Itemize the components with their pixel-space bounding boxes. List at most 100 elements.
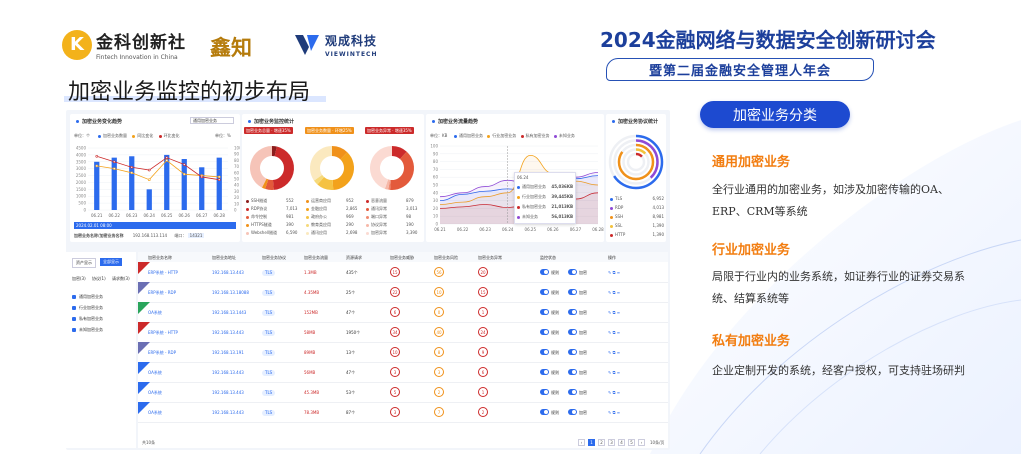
y-tick-label: 4500	[76, 146, 87, 151]
table-row[interactable]: OA系统 192.168.13.443 TLS 78.3MB 87个 3 7 2…	[138, 402, 668, 423]
monitor-toggle[interactable]	[540, 309, 549, 315]
filter-item[interactable]: 行业加密业务	[72, 305, 103, 311]
asset-view-tab[interactable]: 资产显示	[72, 258, 96, 268]
y-tick-label: 10	[433, 214, 439, 219]
x-tick-label: 06.28	[592, 227, 604, 232]
edit-icon[interactable]: ✎ ⧉ ≡	[608, 290, 620, 295]
viewintech-en: VIEWINTECH	[325, 51, 378, 58]
table-row[interactable]: ERP系统 - HTTP 192.168.13.443 TLS 1.3MB 43…	[138, 262, 668, 283]
y-tick-label: 60	[433, 175, 439, 180]
protocol-title: 加密业务协议统计	[612, 118, 658, 125]
bar	[129, 156, 135, 210]
y-tick-label: 2000	[76, 180, 87, 185]
edit-icon[interactable]: ✎ ⧉ ≡	[608, 310, 620, 315]
monitor-list-item: SSH隧道 552	[246, 198, 294, 204]
conference-title: 2024金融网络与数据安全创新研讨会	[600, 28, 936, 52]
page-4[interactable]: 4	[618, 439, 625, 446]
table-row[interactable]: OA系统 192.168.13.443 TLS 45.3MB 53个 5 2 1…	[138, 382, 668, 403]
page-1[interactable]: 1	[588, 439, 595, 446]
table-row[interactable]: ERP系统 - HTTP 192.168.13.443 TLS 58MB 195…	[138, 322, 668, 343]
line-point	[165, 159, 169, 162]
column-header: 资源请求	[346, 255, 362, 260]
trend-filter-row: 加密业务名称/加密业务名称 192.168.113.114 端口： 14321	[74, 233, 205, 238]
bar	[146, 189, 152, 210]
column-header: 加密业务名称	[148, 255, 172, 260]
show-all-tab[interactable]: 全部显示	[100, 258, 122, 266]
edit-icon[interactable]: ✎ ⧉ ≡	[608, 410, 620, 415]
encrypt-toggle[interactable]	[568, 269, 577, 275]
trend-select[interactable]: 通用加密业务	[190, 117, 234, 124]
trend-card: 加密业务变化趋势 通用加密业务 单位：个 单位：% 加密业务数量 同比变化 环比…	[70, 114, 240, 242]
monitor-toggle[interactable]	[540, 369, 549, 375]
flow-unit: 单位：KB	[430, 133, 448, 138]
x-tick-label: 06.25	[161, 213, 173, 218]
y-tick-label: 50	[433, 183, 439, 188]
pagination: 共10条 ‹ 1 2 3 4 5 › 10条/页 前往	[138, 438, 668, 448]
page-2[interactable]: 2	[598, 439, 605, 446]
line-point	[217, 178, 221, 181]
filter-item[interactable]: 通用加密业务	[72, 294, 103, 300]
encrypt-toggle[interactable]	[568, 409, 577, 415]
y2-tick-label: 90	[234, 152, 240, 157]
y-tick-label: 70	[433, 167, 439, 172]
monitor-donuts	[250, 146, 414, 190]
page-5[interactable]: 5	[628, 439, 635, 446]
edit-icon[interactable]: ✎ ⧉ ≡	[608, 390, 620, 395]
flow-title: 加密业务流量趋势	[432, 118, 478, 125]
fintech-logo: K 金科创新社 Fintech Innovation in China	[62, 28, 186, 61]
y-tick-label: 2500	[76, 173, 87, 178]
sub-tab[interactable]: 协议(1)	[92, 276, 106, 282]
y-tick-label: 20	[433, 206, 439, 211]
trend-legend: 加密业务数量 同比变化 环比变化	[98, 133, 180, 139]
y-tick-label: 0	[435, 222, 438, 227]
bar	[216, 157, 222, 210]
page-title: 加密业务监控的初步布局	[68, 80, 311, 105]
x-tick-label: 06.22	[457, 227, 469, 232]
edit-icon[interactable]: ✎ ⧉ ≡	[608, 370, 620, 375]
encrypt-toggle[interactable]	[568, 289, 577, 295]
trend-unit-right: 单位：%	[215, 133, 231, 138]
x-tick-label: 06.21	[91, 213, 103, 218]
page-prev[interactable]: ‹	[578, 439, 585, 446]
tooltip-row: 未知业务 56,013KB	[517, 214, 573, 220]
filter-item[interactable]: 未知加密业务	[72, 327, 103, 333]
table-row[interactable]: OA系统 192.168.13.1443 TLS 152MB 47个 6 0 1…	[138, 302, 668, 323]
line-point	[95, 154, 99, 158]
encrypt-toggle[interactable]	[568, 369, 577, 375]
general-text: 全行业通用的加密业务，如涉及加密传输的OA、ERP、CRM等系统	[712, 183, 949, 218]
page-size[interactable]: 10条/页	[650, 440, 664, 446]
y2-tick-label: 20	[234, 195, 240, 200]
encrypt-toggle[interactable]	[568, 329, 577, 335]
viewintech-logo: 观成科技 VIEWINTECH	[293, 31, 377, 59]
line-point	[217, 175, 221, 179]
donut-slice	[390, 151, 414, 190]
encrypt-toggle[interactable]	[568, 349, 577, 355]
monitor-toggle[interactable]	[540, 409, 549, 415]
monitor-list-item: 金融应用 2,865	[306, 206, 357, 212]
sub-tab[interactable]: 加密(3)	[72, 276, 86, 282]
monitor-toggle[interactable]	[540, 349, 549, 355]
edit-icon[interactable]: ✎ ⧉ ≡	[608, 270, 620, 275]
filter-item[interactable]: 私有加密业务	[72, 316, 103, 322]
edit-icon[interactable]: ✎ ⧉ ≡	[608, 330, 620, 335]
y-tick-label: 80	[433, 159, 439, 164]
monitor-toggle[interactable]	[540, 329, 549, 335]
tooltip-row: 私有加密业务 21,013KB	[517, 204, 573, 210]
monitor-list-item: 运营商应用 952	[306, 198, 354, 204]
monitor-toggle[interactable]	[540, 389, 549, 395]
monitor-toggle[interactable]	[540, 269, 549, 275]
table-row[interactable]: OA系统 192.168.13.443 TLS 56MB 47个 3 3 6 规…	[138, 362, 668, 383]
industry-text: 局限于行业内的业务系统，如证券行业的证券交易系统、结算系统等	[712, 270, 965, 305]
tooltip-row: 行业加密业务 39,445KB	[517, 194, 573, 200]
x-tick-label: 06.23	[479, 227, 491, 232]
table-row[interactable]: ERP系统 - RDP 192.168.13.191 TLS 89MB 13个 …	[138, 342, 668, 363]
edit-icon[interactable]: ✎ ⧉ ≡	[608, 350, 620, 355]
monitor-toggle[interactable]	[540, 289, 549, 295]
page-next[interactable]: ›	[638, 439, 645, 446]
encrypt-toggle[interactable]	[568, 309, 577, 315]
protocol-item: SSH 8,981	[610, 214, 664, 219]
page-3[interactable]: 3	[608, 439, 615, 446]
encrypt-toggle[interactable]	[568, 389, 577, 395]
table-row[interactable]: ERP系统 - RDP 192.168.13.18088 TLS 4.35MB …	[138, 282, 668, 303]
sub-tab[interactable]: 请求数(3)	[112, 276, 130, 282]
